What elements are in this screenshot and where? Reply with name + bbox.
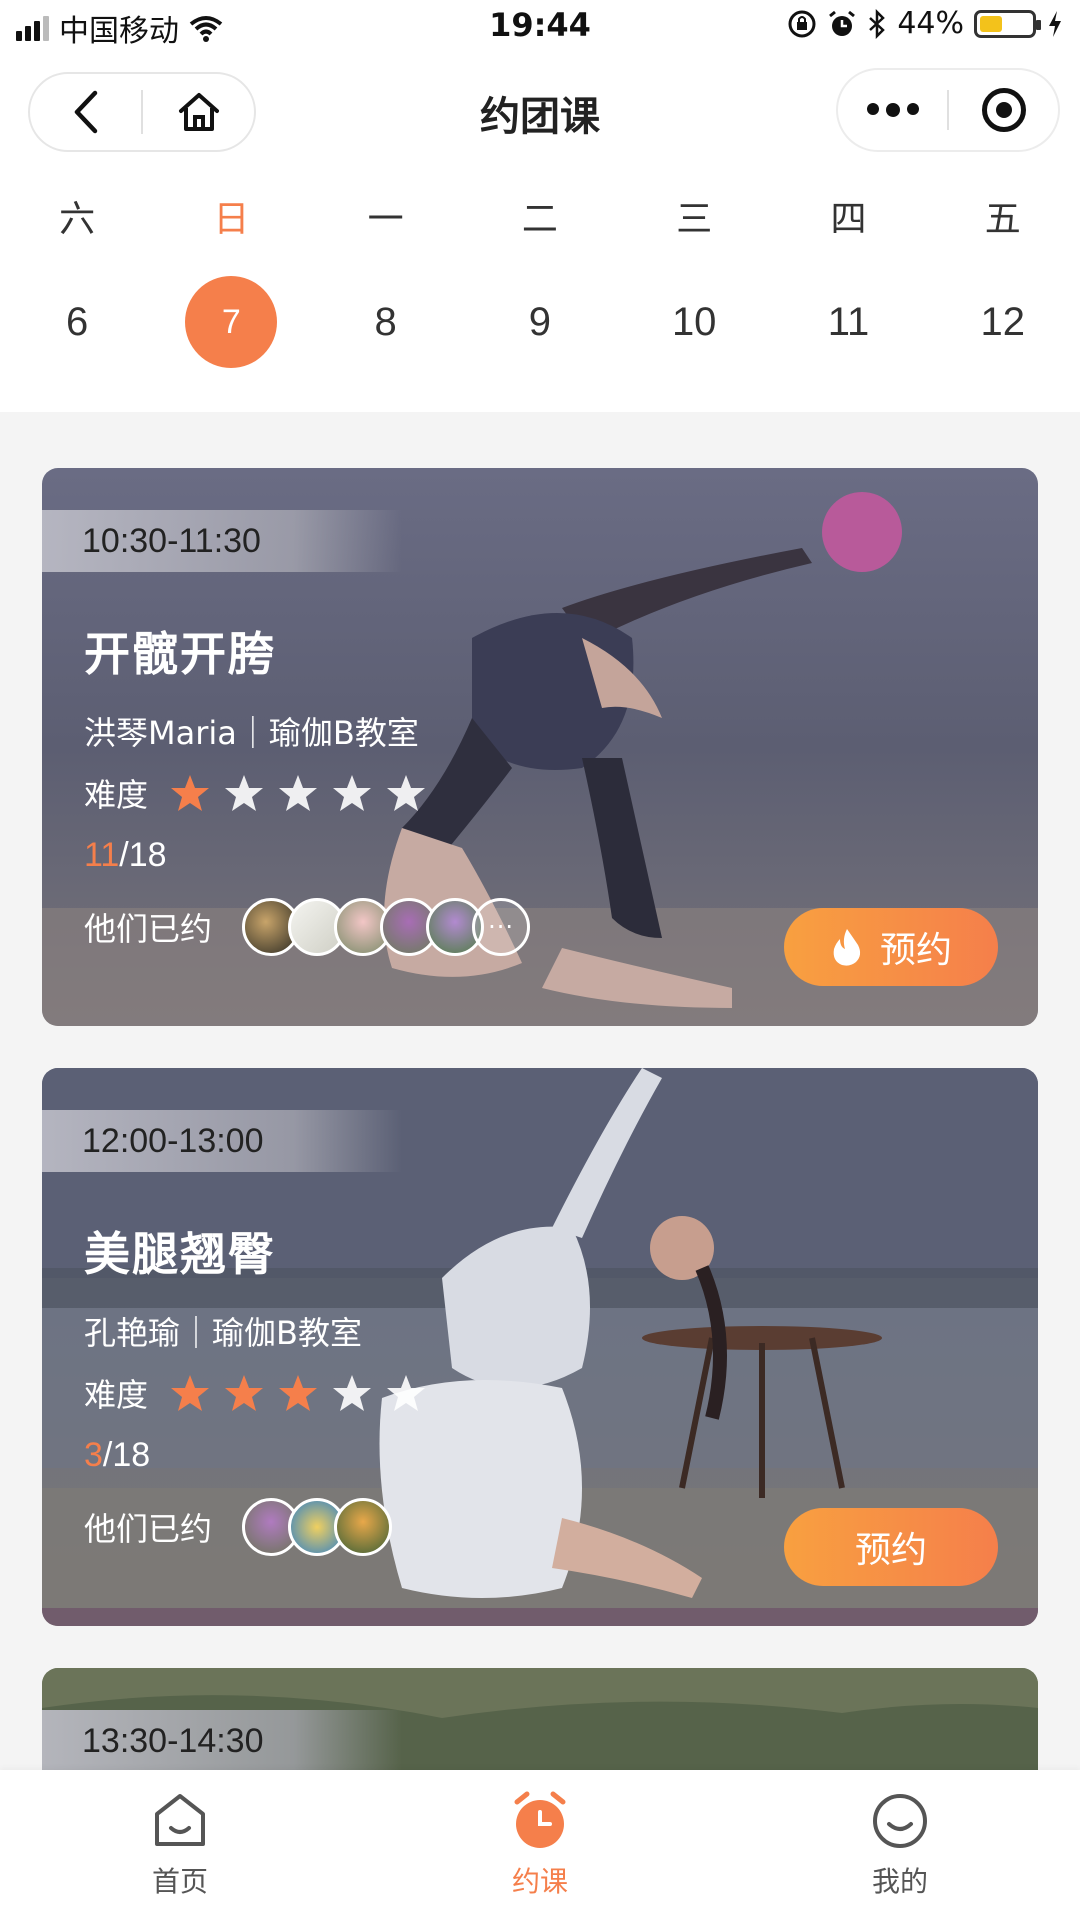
class-card[interactable]: 10:30-11:30 开髋开胯 洪琴Maria｜瑜伽B教室 难度 11/18 … bbox=[42, 468, 1038, 1026]
class-time: 13:30-14:30 bbox=[42, 1710, 402, 1772]
alarm-icon bbox=[829, 10, 856, 36]
capacity-total: /18 bbox=[119, 836, 167, 874]
close-miniprogram-button[interactable] bbox=[949, 68, 1058, 152]
home-smile-icon bbox=[155, 1794, 205, 1846]
alarm-clock-icon bbox=[514, 1791, 566, 1848]
week-calendar: 六 日 一 二 三 四 五 6 7 8 9 10 11 12 bbox=[0, 172, 1080, 412]
date-number: 9 bbox=[528, 299, 552, 344]
date-item[interactable]: 12 bbox=[926, 276, 1080, 368]
tab-label: 我的 bbox=[871, 1865, 928, 1898]
date-number: 11 bbox=[827, 299, 870, 344]
status-right: 44% bbox=[787, 6, 1064, 41]
class-time: 12:00-13:00 bbox=[42, 1110, 402, 1172]
joined-users: 他们已约 ··· bbox=[84, 898, 531, 956]
date-number: 12 bbox=[980, 299, 1025, 344]
status-bar: 中国移动 19:44 44% bbox=[0, 0, 1080, 56]
star-group bbox=[170, 1373, 426, 1413]
nav-capsule-right bbox=[836, 68, 1060, 152]
date-item[interactable]: 8 bbox=[309, 276, 463, 368]
weekday-label[interactable]: 三 bbox=[617, 186, 771, 246]
avatar bbox=[334, 1498, 393, 1556]
difficulty-rating: 难度 bbox=[84, 770, 426, 816]
joined-users: 他们已约 bbox=[84, 1498, 393, 1556]
battery-level bbox=[980, 15, 1002, 32]
difficulty-label: 难度 bbox=[84, 776, 149, 814]
battery-percent: 44% bbox=[897, 6, 964, 41]
weekday-label[interactable]: 二 bbox=[463, 186, 617, 246]
star-filled-icon bbox=[279, 1375, 318, 1411]
star-empty-icon bbox=[333, 775, 372, 811]
star-empty-icon bbox=[387, 775, 426, 811]
class-capacity: 11/18 bbox=[84, 836, 167, 875]
date-item[interactable]: 10 bbox=[617, 276, 771, 368]
date-item[interactable]: 11 bbox=[771, 276, 925, 368]
weekday-row: 六 日 一 二 三 四 五 bbox=[0, 186, 1080, 246]
lock-rotation-icon bbox=[788, 10, 816, 37]
star-filled-icon bbox=[225, 1375, 264, 1411]
avatar-list[interactable]: ··· bbox=[242, 898, 531, 956]
tab-booking[interactable]: 约课 bbox=[360, 1770, 720, 1920]
booked-count: 3 bbox=[84, 1436, 103, 1474]
capacity-total: /18 bbox=[102, 1436, 151, 1474]
target-icon bbox=[981, 88, 1026, 132]
charging-icon bbox=[1049, 10, 1061, 37]
star-empty-icon bbox=[387, 1375, 426, 1411]
weekday-label[interactable]: 五 bbox=[926, 186, 1080, 246]
date-number: 6 bbox=[66, 299, 89, 344]
class-title: 美腿翘臀 bbox=[84, 1227, 276, 1281]
weekday-label[interactable]: 一 bbox=[309, 186, 463, 246]
date-row: 6 7 8 9 10 11 12 bbox=[0, 276, 1080, 368]
weekday-label[interactable]: 六 bbox=[0, 186, 154, 246]
class-instructor-room: 孔艳瑜｜瑜伽B教室 bbox=[84, 1314, 362, 1352]
class-time: 10:30-11:30 bbox=[42, 510, 402, 572]
date-item[interactable]: 6 bbox=[0, 276, 154, 368]
joined-label: 他们已约 bbox=[84, 1510, 213, 1548]
battery-icon bbox=[974, 9, 1041, 38]
star-empty-icon bbox=[225, 775, 264, 811]
difficulty-rating: 难度 bbox=[84, 1370, 426, 1416]
avatar-list[interactable] bbox=[242, 1498, 393, 1556]
nav-bar: 约团课 bbox=[0, 56, 1080, 172]
date-item[interactable]: 9 bbox=[463, 276, 617, 368]
star-empty-icon bbox=[333, 1375, 372, 1411]
bottom-tab-bar: 首页 约课 我的 bbox=[0, 1770, 1080, 1920]
star-group bbox=[170, 773, 426, 813]
booked-count: 11 bbox=[84, 836, 120, 874]
class-capacity: 3/18 bbox=[84, 1436, 150, 1475]
weekday-label[interactable]: 四 bbox=[771, 186, 925, 246]
class-card[interactable]: 12:00-13:00 美腿翘臀 孔艳瑜｜瑜伽B教室 难度 3/18 他们已约 … bbox=[42, 1068, 1038, 1626]
date-item-selected[interactable]: 7 bbox=[154, 276, 308, 368]
book-label: 预约 bbox=[879, 930, 952, 971]
book-button[interactable]: 预约 bbox=[784, 1508, 998, 1586]
tab-profile[interactable]: 我的 bbox=[720, 1770, 1080, 1920]
class-title: 开髋开胯 bbox=[84, 627, 276, 681]
more-avatars-icon: ··· bbox=[472, 898, 531, 956]
difficulty-label: 难度 bbox=[84, 1376, 149, 1414]
star-filled-icon bbox=[171, 1375, 210, 1411]
date-number: 8 bbox=[374, 299, 397, 344]
tab-home[interactable]: 首页 bbox=[0, 1770, 360, 1920]
date-number: 10 bbox=[671, 299, 717, 344]
star-filled-icon bbox=[171, 775, 210, 811]
flame-icon bbox=[833, 929, 861, 966]
book-label: 预约 bbox=[854, 1530, 927, 1571]
date-number: 7 bbox=[185, 276, 278, 368]
more-button[interactable] bbox=[838, 68, 947, 152]
weekday-label-selected[interactable]: 日 bbox=[154, 186, 308, 246]
star-empty-icon bbox=[279, 775, 318, 811]
joined-label: 他们已约 bbox=[84, 910, 213, 948]
more-dots-icon bbox=[866, 103, 919, 117]
bluetooth-icon bbox=[869, 8, 886, 39]
profile-smile-icon bbox=[873, 1794, 927, 1848]
tab-label: 约课 bbox=[511, 1865, 568, 1898]
book-button[interactable]: 预约 bbox=[784, 908, 998, 986]
tab-label: 首页 bbox=[151, 1865, 208, 1898]
class-instructor-room: 洪琴Maria｜瑜伽B教室 bbox=[84, 714, 419, 752]
